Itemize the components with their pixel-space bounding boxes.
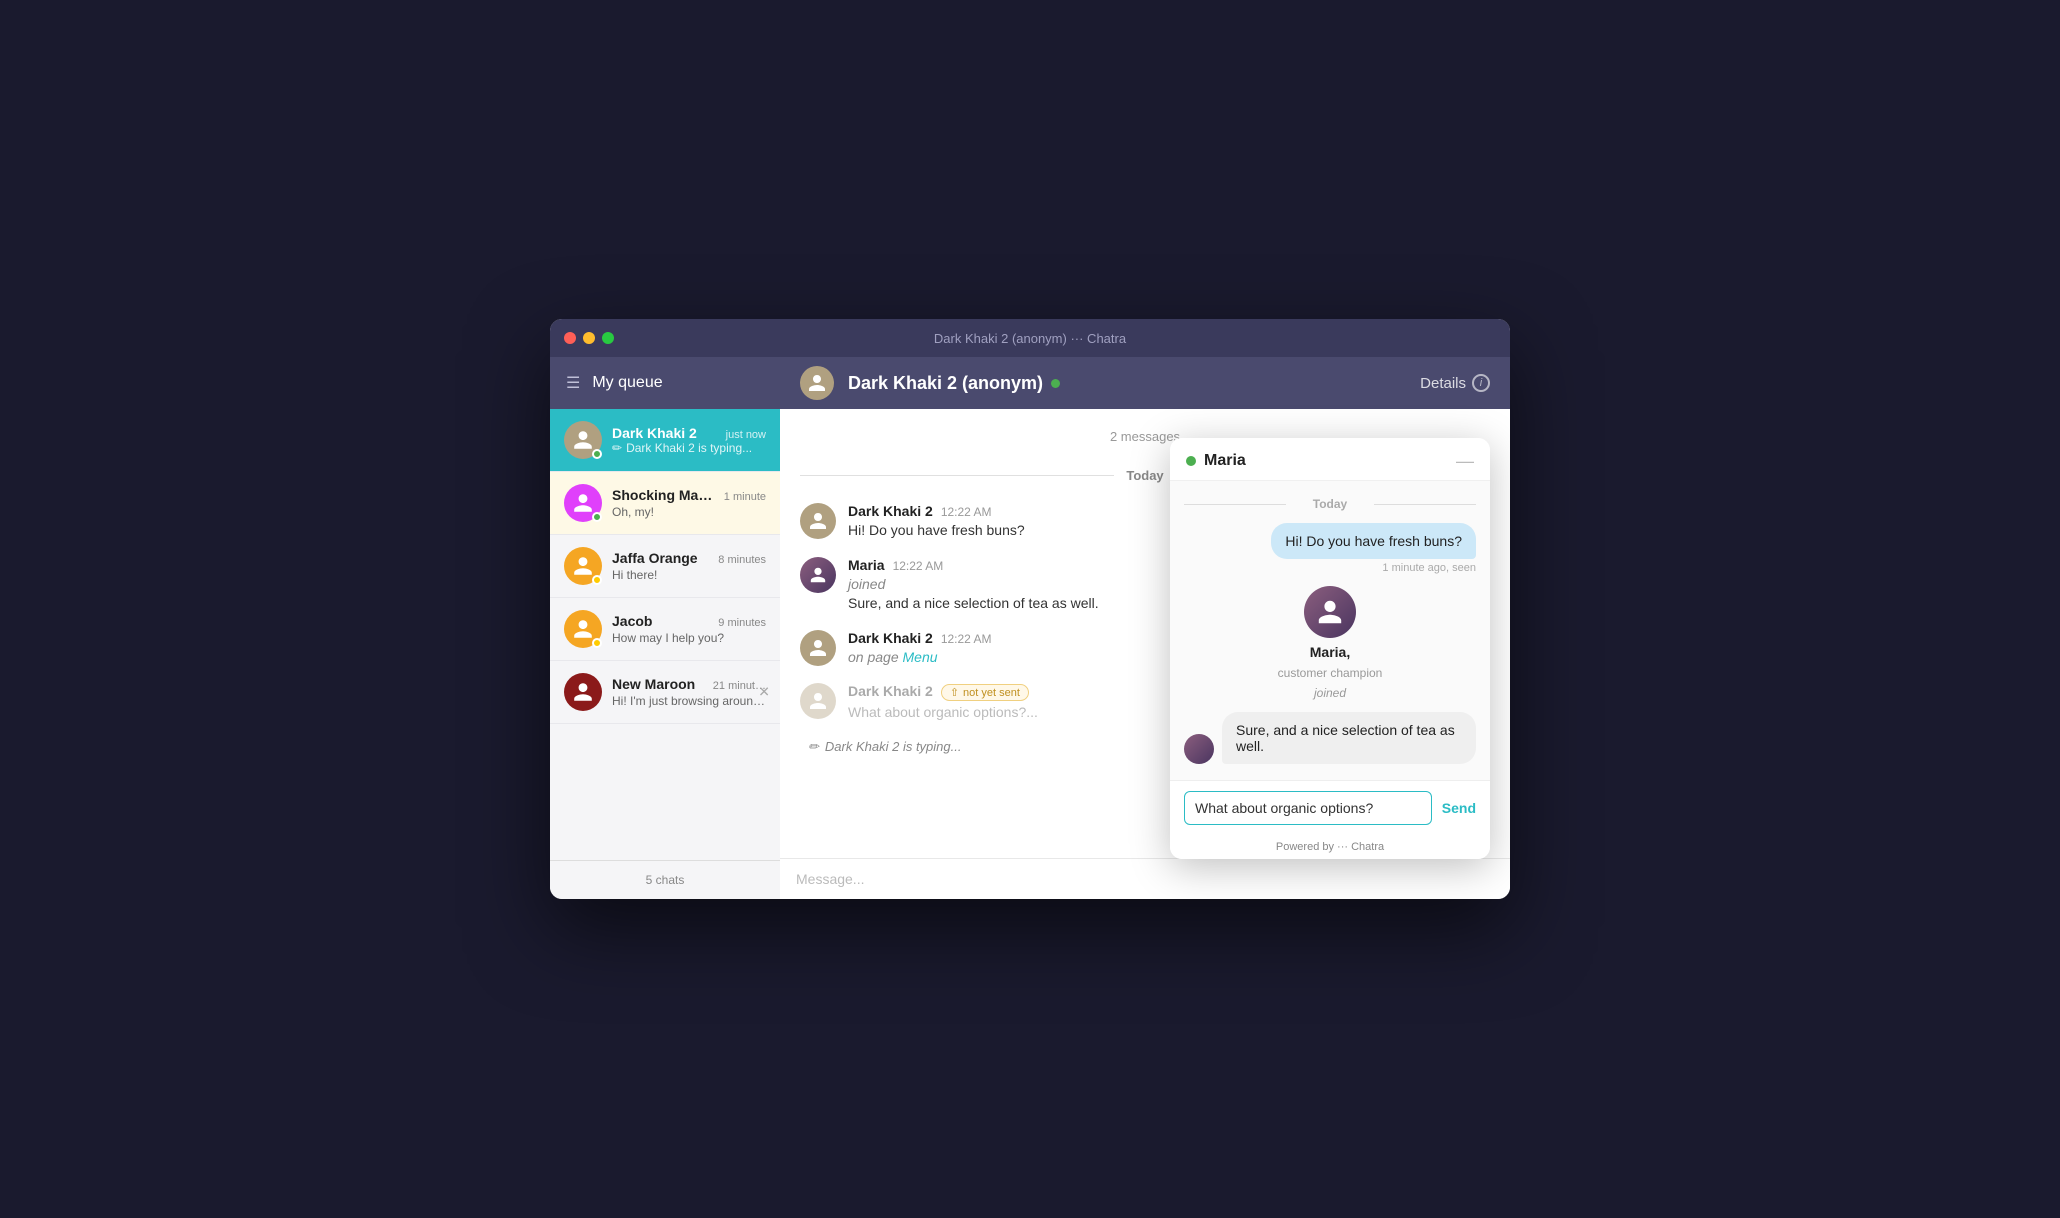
title-bar: Dark Khaki 2 (anonym) ··· Chatra <box>550 319 1510 357</box>
widget-bubble-time: 1 minute ago, seen <box>1382 562 1476 574</box>
message-input[interactable] <box>796 871 1494 887</box>
chat-item-jaffa-orange[interactable]: Jaffa Orange 8 minutes Hi there! <box>550 535 780 598</box>
close-dot[interactable] <box>564 332 576 344</box>
chat-item-dark-khaki-2[interactable]: Dark Khaki 2 just now ✏ Dark Khaki 2 is … <box>550 409 780 472</box>
widget-day-divider: Today <box>1184 497 1476 511</box>
message-time: 12:22 AM <box>941 632 992 646</box>
app-window: Dark Khaki 2 (anonym) ··· Chatra ☰ My qu… <box>550 319 1510 899</box>
chat-time: 8 minutes <box>718 554 766 566</box>
widget-agent-joined: joined <box>1314 686 1346 700</box>
chat-info-shocking-magenta: Shocking Magenta 4 1 minute Oh, my! <box>612 487 766 519</box>
message-time: 12:22 AM <box>941 505 992 519</box>
chat-preview: Oh, my! <box>612 505 766 519</box>
chat-preview: ✏ Dark Khaki 2 is typing... <box>612 441 766 455</box>
chat-time: just now <box>726 429 766 441</box>
typing-text: Dark Khaki 2 is typing... <box>825 739 962 754</box>
details-label: Details <box>1420 375 1466 392</box>
widget-minimize-button[interactable]: — <box>1456 452 1474 470</box>
maximize-dot[interactable] <box>602 332 614 344</box>
message-sender: Maria <box>848 557 885 573</box>
chat-item-new-maroon[interactable]: New Maroon 21 minut… Hi! I'm just browsi… <box>550 661 780 724</box>
widget-online-dot <box>1186 456 1196 466</box>
page-link[interactable]: Menu <box>903 649 938 665</box>
widget-footer: Powered by ··· Chatra <box>1170 835 1490 859</box>
chat-name: Shocking Magenta 4 <box>612 487 720 503</box>
widget-popup: Maria — Today Hi! Do you have fresh buns… <box>1170 438 1490 859</box>
widget-agent-role: customer champion <box>1278 666 1383 680</box>
window-title: Dark Khaki 2 (anonym) ··· Chatra <box>934 331 1126 346</box>
widget-header: Maria — <box>1170 438 1490 481</box>
chats-count-label: 5 chats <box>646 873 685 887</box>
chat-name: Jacob <box>612 613 652 629</box>
avatar-shocking-magenta <box>564 484 602 522</box>
widget-messages: Today Hi! Do you have fresh buns? 1 minu… <box>1170 481 1490 780</box>
chat-item-shocking-magenta-4[interactable]: Shocking Magenta 4 1 minute Oh, my! <box>550 472 780 535</box>
message-sender: Dark Khaki 2 <box>848 503 933 519</box>
sidebar-title: My queue <box>592 374 662 392</box>
widget-footer-text: Powered by ··· Chatra <box>1276 841 1384 853</box>
message-sender: Dark Khaki 2 <box>848 630 933 646</box>
message-avatar-pending <box>800 683 836 719</box>
message-sender: Dark Khaki 2 <box>848 683 933 699</box>
details-button[interactable]: Details i <box>1420 374 1490 392</box>
message-input-area <box>780 858 1510 899</box>
chat-header-avatar <box>800 366 834 400</box>
widget-agent-photo <box>1304 586 1356 638</box>
message-avatar <box>800 503 836 539</box>
chat-time: 9 minutes <box>718 617 766 629</box>
avatar-new-maroon <box>564 673 602 711</box>
chat-preview: How may I help you? <box>612 631 766 645</box>
chat-header-name: Dark Khaki 2 (anonym) <box>848 373 1043 394</box>
chat-info-jaffa-orange: Jaffa Orange 8 minutes Hi there! <box>612 550 766 582</box>
chat-preview: Hi! I'm just browsing around :-) <box>612 694 766 708</box>
widget-agent-display-name: Maria, <box>1310 644 1350 660</box>
sidebar: ☰ My queue Dark Khaki 2 just no <box>550 357 780 899</box>
chat-info-jacob: Jacob 9 minutes How may I help you? <box>612 613 766 645</box>
chat-name: Dark Khaki 2 <box>612 425 697 441</box>
widget-input[interactable] <box>1184 791 1432 825</box>
avatar-jaffa-orange <box>564 547 602 585</box>
avatar-jacob <box>564 610 602 648</box>
avatar-dark-khaki-2 <box>564 421 602 459</box>
message-avatar <box>800 630 836 666</box>
chat-name: Jaffa Orange <box>612 550 698 566</box>
message-time: 12:22 AM <box>893 559 944 573</box>
window-controls <box>564 332 614 344</box>
widget-send-button[interactable]: Send <box>1442 800 1476 816</box>
widget-input-area: Send <box>1170 780 1490 835</box>
chat-header: Dark Khaki 2 (anonym) Details i <box>780 357 1510 409</box>
widget-agent-reply: Sure, and a nice selection of tea as wel… <box>1222 712 1476 764</box>
chat-list: Dark Khaki 2 just now ✏ Dark Khaki 2 is … <box>550 409 780 860</box>
chat-info-dark-khaki-2: Dark Khaki 2 just now ✏ Dark Khaki 2 is … <box>612 425 766 455</box>
online-indicator <box>592 449 602 459</box>
sidebar-footer: 5 chats <box>550 860 780 899</box>
close-chat-button[interactable]: ✕ <box>758 684 770 701</box>
chat-info-new-maroon: New Maroon 21 minut… Hi! I'm just browsi… <box>612 676 766 708</box>
chat-name: New Maroon <box>612 676 695 692</box>
chat-time: 1 minute <box>724 491 766 503</box>
chat-item-jacob[interactable]: Jacob 9 minutes How may I help you? <box>550 598 780 661</box>
not-sent-badge: ⇧ not yet sent <box>941 684 1029 701</box>
online-status-dot <box>1051 379 1060 388</box>
info-icon: i <box>1472 374 1490 392</box>
widget-agent-block: Maria, customer champion joined <box>1184 586 1476 700</box>
chat-header-title: Dark Khaki 2 (anonym) <box>848 373 1406 394</box>
sidebar-header: ☰ My queue <box>550 357 780 409</box>
minimize-dot[interactable] <box>583 332 595 344</box>
chat-preview: Hi there! <box>612 568 766 582</box>
pencil-icon: ✏ <box>808 739 819 755</box>
widget-user-bubble: Hi! Do you have fresh buns? <box>1271 523 1476 559</box>
away-indicator <box>592 638 602 648</box>
online-indicator <box>592 512 602 522</box>
widget-agent-message-row: Sure, and a nice selection of tea as wel… <box>1184 712 1476 764</box>
user-bubble-container: Hi! Do you have fresh buns? 1 minute ago… <box>1184 523 1476 574</box>
widget-agent-name: Maria <box>1204 452 1448 470</box>
agent-avatar <box>800 557 836 593</box>
away-indicator <box>592 575 602 585</box>
hamburger-icon[interactable]: ☰ <box>566 373 580 393</box>
widget-agent-avatar-small <box>1184 734 1214 764</box>
